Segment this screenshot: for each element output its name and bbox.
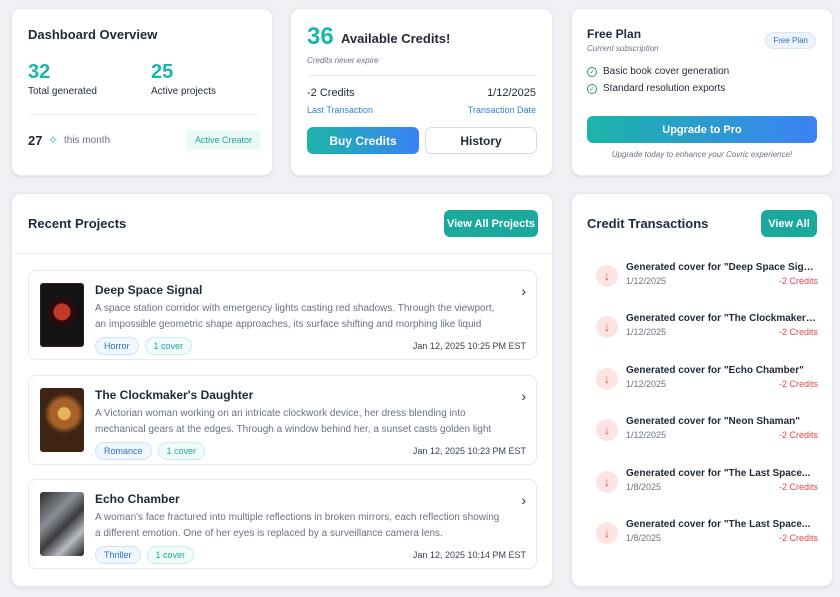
project-card[interactable]: The Clockmaker's Daughter › A Victorian … (28, 375, 537, 465)
transaction-date: 1/8/2025 (626, 533, 662, 543)
arrow-down-icon: ↓ (596, 265, 618, 287)
divider (12, 253, 552, 254)
chevron-right-icon[interactable]: › (521, 388, 526, 404)
view-all-projects-button[interactable]: View All Projects (444, 210, 538, 237)
transaction-item[interactable]: ↓ Generated cover for "Deep Space Signal… (596, 262, 818, 302)
recent-projects-title: Recent Projects (28, 216, 127, 231)
transaction-amount: -2 Credits (778, 327, 818, 337)
project-date: Jan 12, 2025 10:14 PM EST (412, 550, 526, 560)
transaction-amount: -2 Credits (778, 379, 818, 389)
transaction-amount: -2 Credits (778, 276, 818, 286)
feature-label: Basic book cover generation (603, 66, 730, 77)
credits-card: 36 Available Credits! Credits never expi… (290, 8, 553, 176)
active-projects-label: Active projects (151, 86, 217, 97)
project-tags: Romance 1 cover (95, 442, 206, 460)
buy-credits-button[interactable]: Buy Credits (307, 127, 419, 154)
project-date: Jan 12, 2025 10:25 PM EST (412, 341, 526, 351)
feature-label: Standard resolution exports (603, 83, 726, 94)
transactions-title: Credit Transactions (587, 216, 709, 231)
transaction-item[interactable]: ↓ Generated cover for "The Clockmaker's.… (596, 313, 818, 353)
recent-projects-card: Recent Projects View All Projects Deep S… (11, 193, 553, 587)
plan-badge: Free Plan (765, 32, 816, 49)
active-creator-badge: Active Creator (186, 130, 262, 150)
credits-note: Credits never expire (307, 56, 379, 65)
overview-title: Dashboard Overview (28, 27, 158, 42)
transaction-date: 1/12/2025 (626, 379, 667, 389)
credits-value: 36 (307, 23, 334, 50)
transaction-title: Generated cover for "Deep Space Signal" (626, 262, 816, 273)
transaction-date: 1/12/2025 (626, 327, 667, 337)
transaction-item[interactable]: ↓ Generated cover for "The Last Space...… (596, 519, 818, 559)
transaction-title: Generated cover for "Echo Chamber" (626, 365, 804, 376)
plan-subtitle: Current subscription (587, 44, 659, 53)
credits-label: Available Credits! (341, 31, 451, 46)
check-circle-icon: ✓ (587, 66, 597, 77)
transaction-amount: -2 Credits (778, 482, 818, 492)
arrow-down-icon: ↓ (596, 419, 618, 441)
active-projects-value: 25 (151, 61, 174, 83)
transaction-date-label: Transaction Date (467, 105, 536, 115)
cover-count-tag: 1 cover (146, 546, 195, 564)
project-description: A Victorian woman working on an intricat… (95, 408, 492, 435)
transaction-title: Generated cover for "Neon Shaman" (626, 416, 800, 427)
last-transaction-amount: -2 Credits (307, 87, 355, 99)
cover-count-tag: 1 cover (144, 337, 193, 355)
transaction-item[interactable]: ↓ Generated cover for "Echo Chamber" 1/1… (596, 365, 818, 405)
last-transaction-label: Last Transaction (307, 105, 374, 115)
genre-tag: Romance (95, 442, 152, 460)
total-generated-label: Total generated (28, 86, 97, 97)
project-tags: Horror 1 cover (95, 337, 193, 355)
credit-transactions-card: Credit Transactions View All ↓ Generated… (571, 193, 833, 587)
chevron-right-icon[interactable]: › (521, 492, 526, 508)
transaction-item[interactable]: ↓ Generated cover for "The Last Space...… (596, 468, 818, 508)
project-description: A woman's face fractured into multiple r… (95, 512, 500, 539)
transaction-date: 1/8/2025 (626, 482, 662, 492)
transaction-date: 1/12/2025 (626, 276, 667, 286)
check-circle-icon: ✓ (587, 83, 597, 94)
month-value: 27 (28, 133, 43, 148)
upgrade-button[interactable]: Upgrade to Pro (587, 116, 817, 143)
upgrade-note: Upgrade today to enhance your Covric exp… (611, 150, 793, 159)
cover-thumbnail (40, 388, 84, 452)
history-button[interactable]: History (425, 127, 537, 154)
transaction-amount: -2 Credits (778, 430, 818, 440)
transaction-title: Generated cover for "The Last Space... (626, 468, 811, 479)
genre-tag: Thriller (95, 546, 141, 564)
project-title: The Clockmaker's Daughter (95, 388, 254, 402)
cover-thumbnail (40, 283, 84, 347)
divider (28, 114, 258, 115)
project-title: Deep Space Signal (95, 283, 203, 297)
transaction-date: 1/12/2025 (626, 430, 667, 440)
chevron-right-icon[interactable]: › (521, 283, 526, 299)
transaction-item[interactable]: ↓ Generated cover for "Neon Shaman" 1/12… (596, 416, 818, 456)
arrow-down-icon: ↓ (596, 316, 618, 338)
dashboard-overview-card: Dashboard Overview 32 Total generated 25… (11, 8, 273, 176)
transaction-amount: -2 Credits (778, 533, 818, 543)
month-label: this month (64, 135, 111, 146)
arrow-down-icon: ↓ (596, 368, 618, 390)
project-card[interactable]: Echo Chamber › A woman's face fractured … (28, 479, 537, 569)
sparkle-icon: ✧ (48, 133, 59, 147)
transaction-title: Generated cover for "The Clockmaker's... (626, 313, 816, 324)
cover-count-tag: 1 cover (157, 442, 206, 460)
last-transaction-date: 1/12/2025 (487, 87, 536, 99)
arrow-down-icon: ↓ (596, 471, 618, 493)
project-description: A space station corridor with emergency … (95, 303, 495, 330)
plan-title: Free Plan (587, 27, 642, 41)
project-tags: Thriller 1 cover (95, 546, 195, 564)
project-title: Echo Chamber (95, 492, 180, 506)
feature-item: ✓ Basic book cover generation (587, 66, 729, 77)
cover-thumbnail (40, 492, 84, 556)
divider (307, 75, 537, 76)
arrow-down-icon: ↓ (596, 522, 618, 544)
genre-tag: Horror (95, 337, 139, 355)
project-card[interactable]: Deep Space Signal › A space station corr… (28, 270, 537, 360)
total-generated-value: 32 (28, 61, 51, 83)
plan-card: Free Plan Current subscription Free Plan… (571, 8, 833, 176)
feature-item: ✓ Standard resolution exports (587, 83, 725, 94)
project-date: Jan 12, 2025 10:23 PM EST (412, 446, 526, 456)
view-all-transactions-button[interactable]: View All (761, 210, 817, 237)
transaction-title: Generated cover for "The Last Space... (626, 519, 811, 530)
